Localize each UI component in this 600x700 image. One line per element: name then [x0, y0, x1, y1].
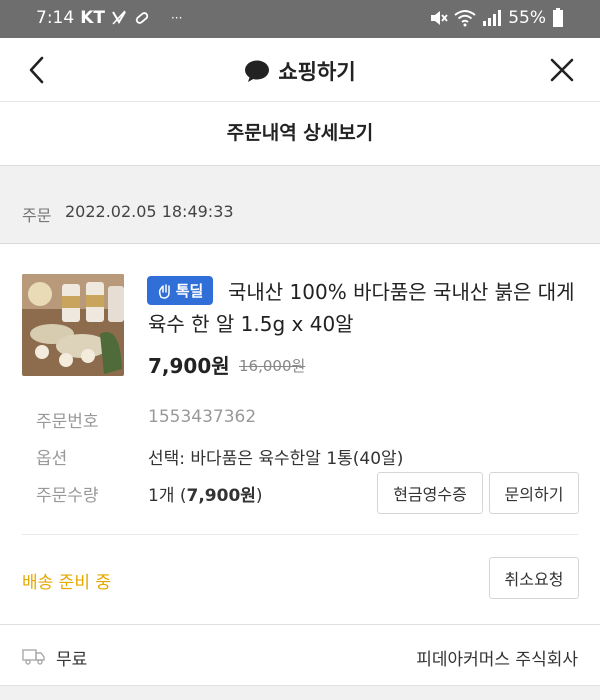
quantity-label: 주문수량	[36, 486, 99, 506]
quantity-count: 1개 (	[148, 486, 187, 506]
app-title: 쇼핑하기	[0, 56, 600, 86]
chat-bubble-icon	[245, 60, 270, 82]
delivery-info-row: 무료 피데아커머스 주식회사	[0, 624, 600, 686]
bottom-spacer	[0, 686, 600, 700]
order-date-value: 2022.02.05 18:49:33	[65, 202, 234, 221]
quantity-value: 1개 (7,900원)	[148, 481, 263, 506]
order-number-row: 주문번호 1553437362	[22, 407, 582, 437]
mute-icon	[428, 9, 448, 27]
cancel-request-button[interactable]: 취소요청	[489, 557, 579, 599]
page-title: 주문내역 상세보기	[0, 102, 600, 166]
option-row: 옵션 선택: 바다품은 육수한알 1통(40알)	[22, 444, 582, 474]
pill-icon	[133, 9, 151, 27]
signal-icon	[482, 9, 502, 27]
quantity-price: 7,900원	[186, 486, 256, 506]
status-time: 7:14	[36, 8, 75, 28]
product-original-price: 16,000원	[239, 357, 306, 375]
cash-receipt-button[interactable]: 현금영수증	[377, 472, 483, 514]
option-value: 선택: 바다품은 육수한알 1통(40알)	[148, 449, 404, 469]
order-date-label: 주문	[22, 206, 52, 225]
wifi-icon	[454, 9, 476, 27]
battery-icon	[552, 8, 564, 28]
section-divider	[22, 534, 578, 535]
seller-name[interactable]: 피데아커머스 주식회사	[416, 645, 578, 670]
app-title-text: 쇼핑하기	[278, 60, 356, 84]
order-number-label: 주문번호	[36, 412, 99, 432]
inquiry-button[interactable]: 문의하기	[489, 472, 579, 514]
product-thumbnail[interactable]	[22, 274, 124, 376]
order-number-value: 1553437362	[148, 407, 257, 427]
order-date-section: 주문 2022.02.05 18:49:33	[0, 166, 600, 244]
product-image	[22, 274, 124, 376]
shipping-status: 배송 준비 중	[22, 573, 112, 593]
option-label: 옵션	[36, 449, 68, 469]
battery-percent: 55%	[508, 8, 546, 28]
product-price: 7,900원	[148, 354, 230, 378]
status-bar: 7:14 KT ··· 55%	[0, 0, 600, 38]
truck-icon	[22, 647, 46, 669]
quantity-close: )	[255, 486, 263, 506]
product-name[interactable]: 국내산 100% 바다품은 국내산 붉은 대게 육수 한 알 1.5g x 40…	[148, 276, 578, 340]
status-more: ···	[170, 11, 183, 25]
shipping-fee: 무료	[56, 650, 88, 670]
no-volte-icon	[111, 10, 127, 26]
app-bar: 쇼핑하기	[0, 38, 600, 102]
status-carrier: KT	[80, 8, 105, 28]
close-button[interactable]	[546, 54, 578, 86]
close-icon	[550, 58, 574, 82]
